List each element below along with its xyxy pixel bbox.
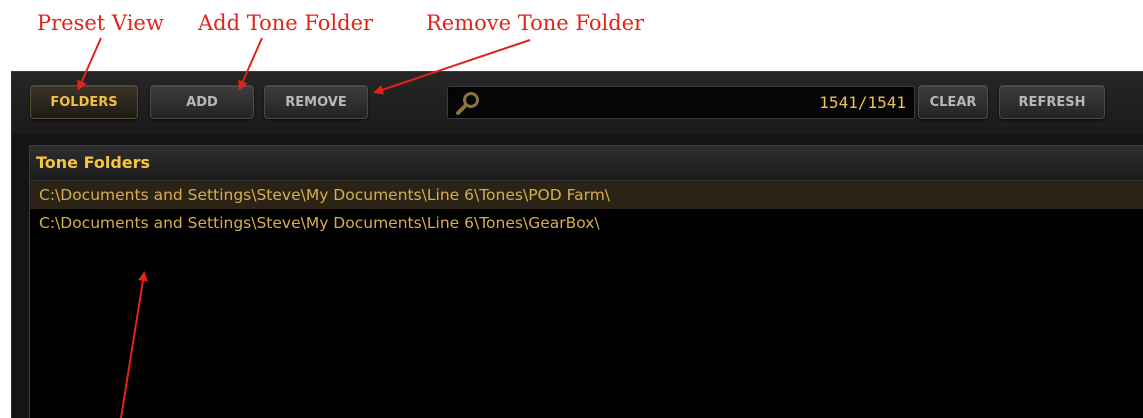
folder-row[interactable]: C:\Documents and Settings\Steve\My Docum… bbox=[30, 181, 1143, 209]
folder-row[interactable]: C:\Documents and Settings\Steve\My Docum… bbox=[30, 209, 1143, 237]
folders-button[interactable]: FOLDERS bbox=[30, 85, 138, 119]
refresh-button[interactable]: REFRESH bbox=[999, 85, 1105, 119]
tone-folder-list: Tone Folders C:\Documents and Settings\S… bbox=[29, 145, 1143, 418]
search-box: 1541/1541 bbox=[447, 86, 915, 119]
tone-folders-panel: FOLDERS ADD REMOVE 1541/1541 CLEAR REFRE… bbox=[11, 71, 1143, 418]
callout-add-tone-folder: Add Tone Folder bbox=[198, 11, 374, 35]
folder-path: C:\Documents and Settings\Steve\My Docum… bbox=[39, 214, 600, 232]
search-input[interactable] bbox=[492, 91, 736, 117]
clear-button[interactable]: CLEAR bbox=[918, 85, 988, 119]
list-header-title: Tone Folders bbox=[36, 153, 151, 172]
add-button[interactable]: ADD bbox=[150, 85, 254, 119]
search-icon[interactable] bbox=[454, 90, 484, 116]
callout-remove-tone-folder: Remove Tone Folder bbox=[426, 11, 645, 35]
folder-path: C:\Documents and Settings\Steve\My Docum… bbox=[39, 186, 611, 204]
list-header: Tone Folders bbox=[30, 146, 1143, 181]
toolbar: FOLDERS ADD REMOVE 1541/1541 CLEAR REFRE… bbox=[12, 72, 1143, 134]
remove-button[interactable]: REMOVE bbox=[264, 85, 368, 119]
result-count: 1541/1541 bbox=[819, 93, 906, 112]
callout-preset-view: Preset View bbox=[37, 11, 164, 35]
